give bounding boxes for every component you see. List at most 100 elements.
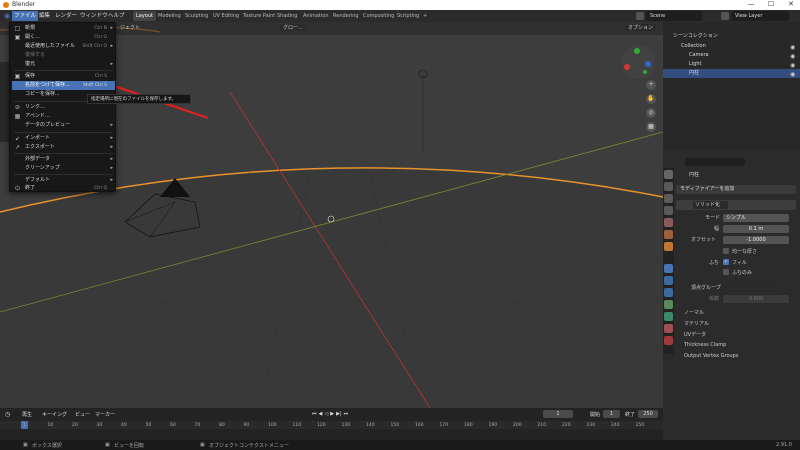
particles-tab-icon[interactable] <box>664 276 673 285</box>
close-button[interactable]: ✕ <box>782 0 800 10</box>
workspace-tab-modeling[interactable]: Modeling <box>155 11 184 21</box>
camera-view-icon[interactable]: ◎ <box>646 108 656 118</box>
menu-render[interactable]: レンダー <box>53 11 79 21</box>
section-output-vertex-groups[interactable]: Output Vertex Groups <box>684 353 738 359</box>
texture-tab-icon[interactable] <box>664 336 673 345</box>
menu-bar: ◉ ファイル 編集 レンダー ウィンドウ ヘルプ Layout Modeling… <box>0 10 800 22</box>
visibility-eye-icon[interactable]: ◉ <box>790 44 795 51</box>
menu-item-new[interactable]: □ 新規 Ctrl N ▸ <box>12 24 115 33</box>
workspace-tab-layout[interactable]: Layout <box>133 11 156 21</box>
jump-end-icon[interactable]: ⏭ <box>344 411 349 417</box>
modifier-name-input[interactable]: ソリッド化 <box>693 201 728 209</box>
zoom-icon[interactable]: + <box>646 80 656 90</box>
section-normals[interactable]: ノーマル <box>684 309 704 316</box>
perspective-toggle-icon[interactable]: ▦ <box>646 122 656 132</box>
view-layer-tab-icon[interactable] <box>664 206 673 215</box>
physics-tab-icon[interactable] <box>664 288 673 297</box>
menu-item-quit[interactable]: ⏻ 終了 Ctrl Q <box>12 184 115 193</box>
jump-start-icon[interactable]: ⏮ <box>312 411 317 417</box>
start-frame-field[interactable]: 1 <box>603 410 620 418</box>
transform-orientation-dropdown[interactable]: グロー... <box>280 24 306 31</box>
menu-edit[interactable]: 編集 <box>37 11 52 21</box>
outliner-scene-collection[interactable]: シーンコレクション <box>663 32 800 41</box>
menu-item-save-as[interactable]: 名前をつけて保存... Shift Ctrl S <box>12 81 115 90</box>
world-tab-icon[interactable] <box>664 230 673 239</box>
object-tab-icon[interactable] <box>664 242 673 251</box>
window-title: Blender <box>12 1 36 8</box>
timeline-editor-icon[interactable]: ◷ <box>5 411 10 418</box>
current-frame-field[interactable]: 1 <box>543 410 573 418</box>
timeline-menu-marker[interactable]: マーカー <box>95 411 115 418</box>
menu-item-external-data[interactable]: 外部データ ▸ <box>12 155 115 164</box>
menu-item-save[interactable]: ▣ 保存 Ctrl S <box>12 72 115 81</box>
factor-field[interactable]: 0.000 <box>723 295 789 303</box>
workspace-tab-sculpting[interactable]: Sculpting <box>182 11 211 21</box>
workspace-tab-texture-paint[interactable]: Texture Paint <box>240 11 278 21</box>
minimize-button[interactable]: — <box>742 0 760 10</box>
menu-file[interactable]: ファイル <box>12 11 39 21</box>
tool-tab-icon[interactable] <box>664 170 673 179</box>
timeline-menu-keying[interactable]: キーイング <box>42 411 67 418</box>
workspace-tab-uv-editing[interactable]: UV Editing <box>210 11 242 21</box>
data-tab-icon[interactable] <box>664 312 673 321</box>
scene-selector[interactable]: Scene <box>646 11 702 21</box>
pan-hand-icon[interactable]: ✋ <box>646 94 656 104</box>
menu-item-data-previews[interactable]: データのプレビュー ▸ <box>12 121 115 130</box>
rim-only-checkbox[interactable] <box>723 269 729 275</box>
visibility-eye-icon[interactable]: ◉ <box>790 62 795 69</box>
maximize-button[interactable]: ☐ <box>762 0 780 10</box>
section-thickness-clamp[interactable]: Thickness Clamp <box>684 342 726 348</box>
output-tab-icon[interactable] <box>664 194 673 203</box>
mode-dropdown[interactable]: シンプル <box>723 214 789 222</box>
play-icon[interactable]: ▶ <box>330 411 334 417</box>
vertex-group-field[interactable] <box>723 284 781 292</box>
render-tab-icon[interactable] <box>664 182 673 191</box>
menu-item-export[interactable]: ↗ エクスポート ▸ <box>12 143 115 152</box>
navigation-gizmo[interactable] <box>618 42 658 82</box>
play-reverse-icon[interactable]: ◁ <box>324 411 328 417</box>
modifier-tab-icon[interactable] <box>664 264 673 273</box>
rim-fill-checkbox[interactable]: ✓ <box>723 259 729 265</box>
timeline-menu-playback[interactable]: 再生 <box>22 411 32 418</box>
even-thickness-checkbox[interactable] <box>723 248 729 254</box>
menu-item-append[interactable]: ▦ アペンド... <box>12 112 115 121</box>
visibility-eye-icon[interactable]: ◉ <box>790 53 795 60</box>
scene-tab-icon[interactable] <box>664 218 673 227</box>
section-materials[interactable]: マテリアル <box>684 320 709 327</box>
menu-item-open[interactable]: ▣ 開く... Ctrl O <box>12 33 115 42</box>
prev-key-icon[interactable]: ◀ <box>319 411 323 417</box>
menu-item-import[interactable]: ↙ インポート ▸ <box>12 134 115 143</box>
end-frame-field[interactable]: 250 <box>638 410 658 418</box>
add-workspace-button[interactable]: + <box>420 11 430 21</box>
workspace-tab-animation[interactable]: Animation <box>300 11 332 21</box>
section-uv-data[interactable]: UVデータ <box>684 331 706 338</box>
menu-window[interactable]: ウィンドウ <box>78 11 110 21</box>
timeline-menu-view[interactable]: ビュー <box>75 411 90 418</box>
workspace-tab-rendering[interactable]: Rendering <box>330 11 362 21</box>
menu-help[interactable]: ヘルプ <box>106 11 127 21</box>
visibility-eye-icon[interactable]: ◉ <box>790 71 795 78</box>
mode-label-fragment[interactable]: ジェクト <box>120 24 140 31</box>
workspace-tab-scripting[interactable]: Scripting <box>394 11 422 21</box>
options-dropdown[interactable]: オプション <box>625 24 657 31</box>
blender-menu-icon[interactable]: ◉ <box>2 11 11 21</box>
menu-item-revert[interactable]: 復帰する <box>12 51 115 60</box>
menu-item-link[interactable]: ⊘ リンク... <box>12 103 115 112</box>
offset-field[interactable]: -1.0000 <box>723 236 789 244</box>
workspace-tab-compositing[interactable]: Compositing <box>360 11 397 21</box>
outliner-row-cylinder[interactable]: 円柱 <box>663 69 800 78</box>
menu-item-open-recent[interactable]: 最近使用したファイル Shift Ctrl O ▸ <box>12 42 115 51</box>
constraints-tab-icon[interactable] <box>664 300 673 309</box>
view-layer-selector[interactable]: View Layer <box>731 11 789 21</box>
workspace-tab-shading[interactable]: Shading <box>274 11 300 21</box>
material-tab-icon[interactable] <box>664 324 673 333</box>
width-field[interactable]: 0.1 m <box>723 225 789 233</box>
outliner-row-camera[interactable]: Camera <box>663 51 800 60</box>
menu-item-recover[interactable]: 復元 ▸ <box>12 60 115 69</box>
properties-search-input[interactable] <box>685 158 745 166</box>
outliner-row-collection[interactable]: Collection <box>663 42 800 51</box>
next-key-icon[interactable]: ▶| <box>336 411 342 417</box>
outliner-row-light[interactable]: Light <box>663 60 800 69</box>
menu-item-cleanup[interactable]: クリーンアップ ▸ <box>12 164 115 173</box>
add-modifier-dropdown[interactable]: モディファイアーを追加 <box>676 185 796 194</box>
